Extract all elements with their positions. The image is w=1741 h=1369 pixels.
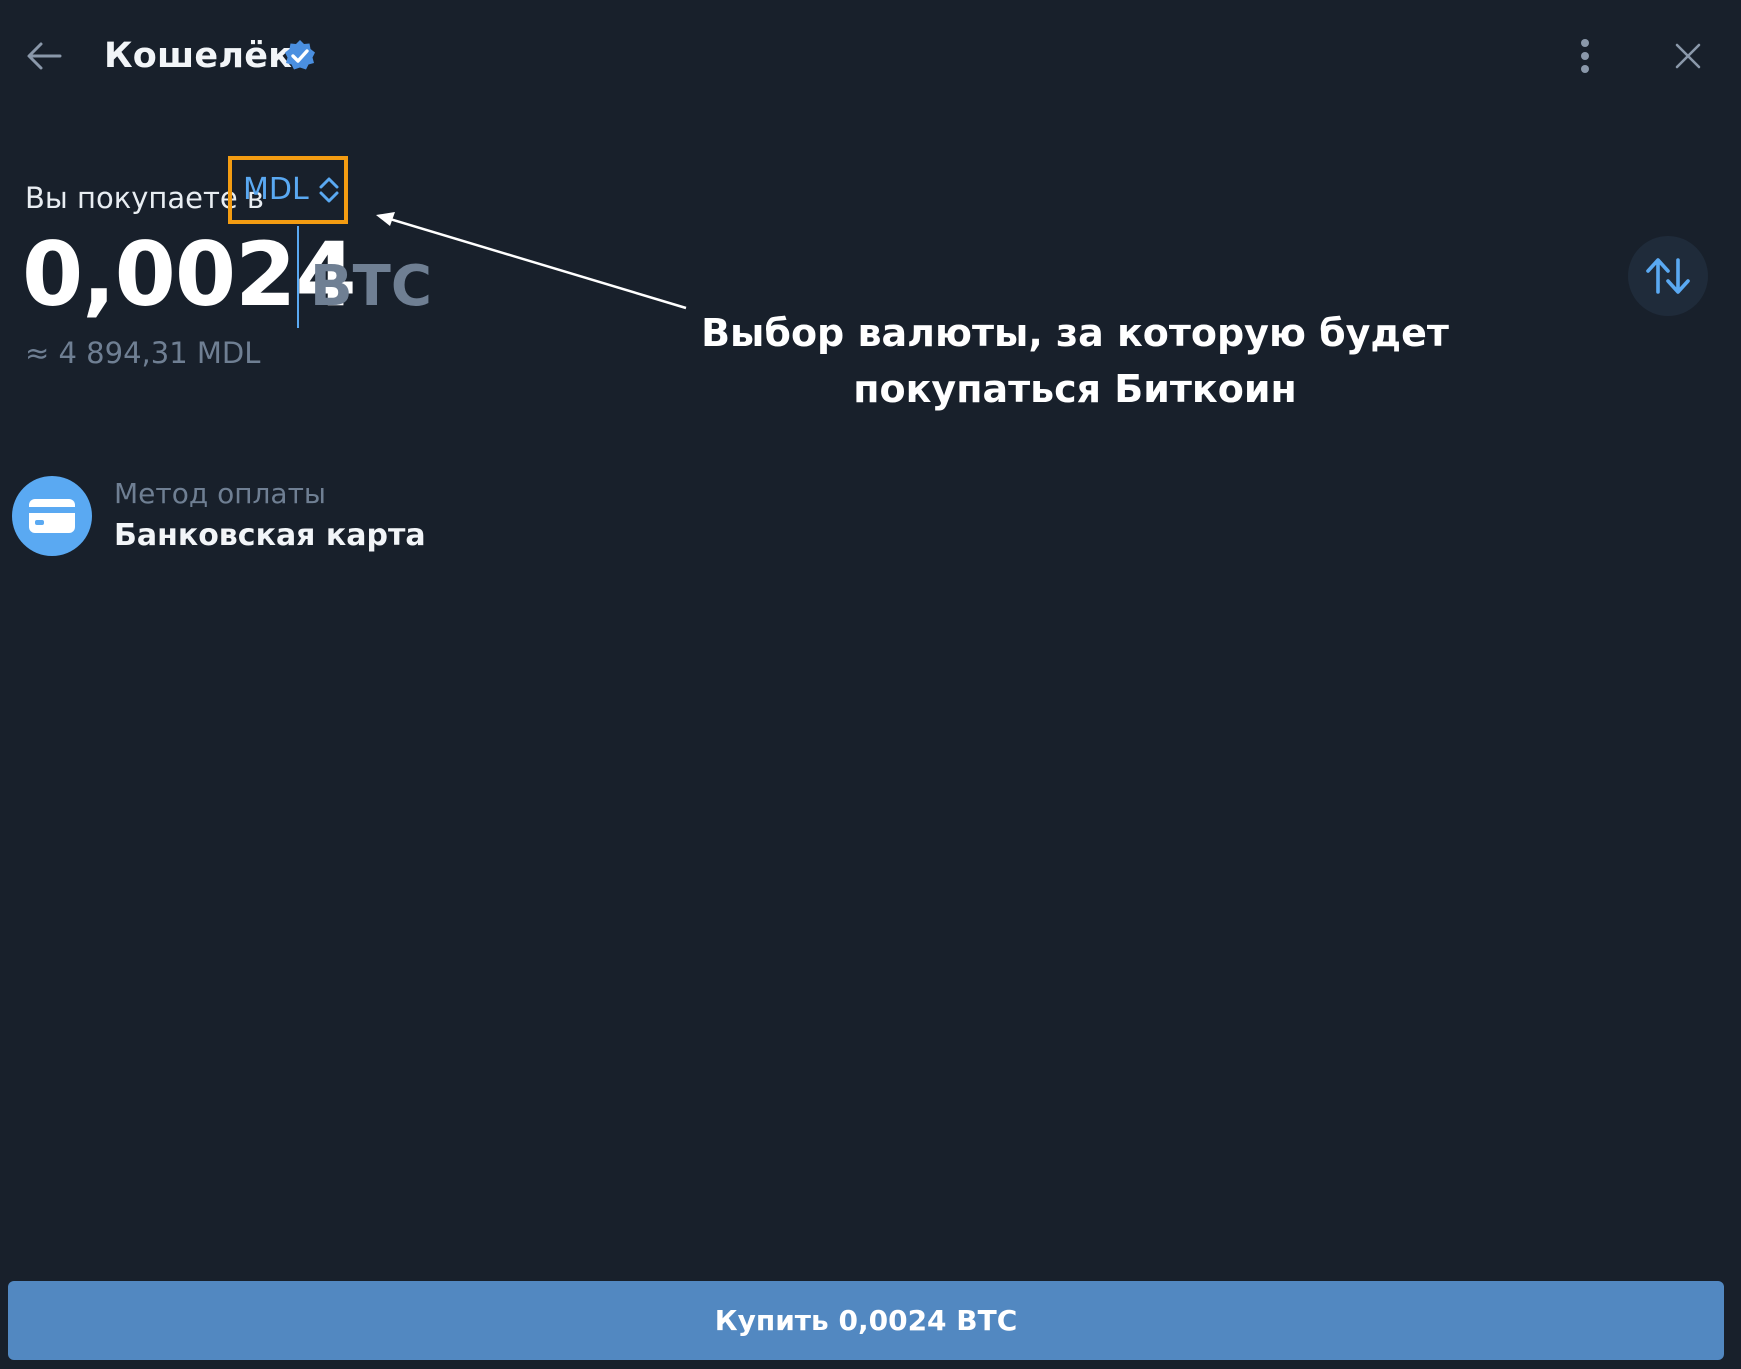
close-button[interactable] — [1666, 34, 1710, 78]
verified-badge-icon — [285, 40, 315, 70]
back-button[interactable] — [22, 34, 66, 78]
text-caret — [297, 226, 299, 328]
wallet-window: Кошелёк Вы покупаете в MDL 0,0024 BTC ≈ … — [0, 0, 1741, 1369]
asset-ticker: BTC — [310, 254, 432, 319]
annotation-line-1: Выбор валюты, за которую будет — [701, 311, 1449, 355]
approx-equivalent: ≈ 4 894,31 MDL — [25, 336, 261, 370]
annotation-text: Выбор валюты, за которую будет покупатьс… — [690, 305, 1460, 417]
more-vertical-icon — [1581, 39, 1589, 73]
payment-method-row[interactable]: Метод оплаты Банковская карта — [12, 475, 426, 557]
page-title: Кошелёк — [104, 36, 293, 76]
buy-button[interactable]: Купить 0,0024 BTC — [8, 1281, 1724, 1360]
arrow-left-icon — [27, 42, 62, 70]
payment-method-value: Банковская карта — [114, 518, 426, 553]
annotation-line-2: покупаться Биткоин — [853, 367, 1297, 411]
payment-texts: Метод оплаты Банковская карта — [114, 474, 426, 558]
more-options-button[interactable] — [1563, 34, 1607, 78]
payment-icon-circle — [12, 476, 92, 556]
close-icon — [1675, 43, 1701, 69]
amount-input[interactable]: 0,0024 — [22, 225, 357, 325]
credit-card-icon — [29, 499, 75, 533]
swap-vertical-icon — [1646, 258, 1690, 294]
chevron-up-down-icon — [319, 177, 339, 203]
currency-selector[interactable]: MDL — [228, 156, 348, 224]
swap-currency-button[interactable] — [1628, 236, 1708, 316]
payment-method-caption: Метод оплаты — [114, 477, 326, 510]
currency-code: MDL — [243, 172, 309, 207]
